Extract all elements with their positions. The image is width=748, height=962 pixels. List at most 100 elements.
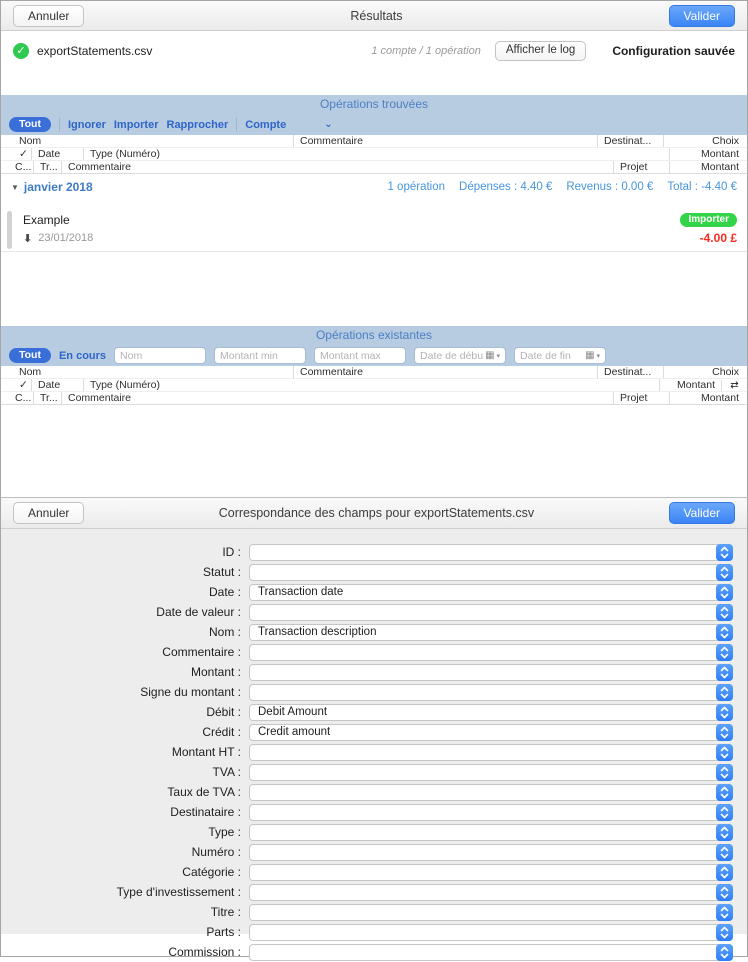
col-c[interactable]: C... (1, 392, 33, 404)
col-check[interactable]: ✓ (1, 148, 31, 160)
filter-match[interactable]: Rapprocher (167, 119, 229, 131)
popup-stepper-icon[interactable] (716, 704, 733, 721)
popup-stepper-icon[interactable] (716, 564, 733, 581)
amount-max-field[interactable] (314, 347, 406, 364)
popup-stepper-icon[interactable] (716, 724, 733, 741)
field-select[interactable] (249, 904, 733, 921)
calendar-icon[interactable]: ▦ (485, 351, 494, 361)
field-select[interactable] (249, 944, 733, 961)
field-select[interactable] (249, 884, 733, 901)
show-log-button[interactable]: Afficher le log (495, 41, 586, 61)
col-destinataire[interactable]: Destinat... (597, 135, 663, 147)
popup-stepper-icon[interactable] (716, 544, 733, 561)
popup-stepper-icon[interactable] (716, 824, 733, 841)
filter-all[interactable]: Tout (9, 117, 51, 132)
chevron-down-icon[interactable]: ⌄ (324, 119, 332, 130)
field-select[interactable] (249, 844, 733, 861)
col-commentaire-2[interactable]: Commentaire (61, 392, 613, 404)
name-filter-input[interactable] (120, 350, 200, 362)
col-tr[interactable]: Tr... (33, 392, 61, 404)
date-end-field[interactable]: ▦ ▾ (514, 347, 606, 364)
col-projet[interactable]: Projet (613, 392, 669, 404)
col-type[interactable]: Type (Numéro) (83, 379, 659, 391)
validate-button[interactable]: Valider (669, 5, 735, 27)
field-select[interactable] (249, 684, 733, 701)
col-choix[interactable]: Choix (663, 135, 747, 147)
popup-stepper-icon[interactable] (716, 864, 733, 881)
scrollbar-thumb[interactable] (7, 211, 12, 249)
chevron-down-icon[interactable]: ▾ (497, 352, 501, 360)
field-select[interactable]: Transaction date (249, 584, 733, 601)
field-select[interactable]: Credit amount (249, 724, 733, 741)
field-select[interactable] (249, 604, 733, 621)
col-date[interactable]: Date (31, 379, 83, 391)
popup-stepper-icon[interactable] (716, 804, 733, 821)
field-select[interactable] (249, 784, 733, 801)
col-commentaire[interactable]: Commentaire (293, 135, 597, 147)
col-destinataire[interactable]: Destinat... (597, 366, 663, 378)
operation-row[interactable]: Example Importer ⬇ 23/01/2018 -4.00 £ (1, 208, 747, 252)
calendar-icon[interactable]: ▦ (585, 351, 594, 361)
popup-stepper-icon[interactable] (716, 904, 733, 921)
popup-stepper-icon[interactable] (716, 644, 733, 661)
date-start-field[interactable]: ▦ ▾ (414, 347, 506, 364)
col-tr[interactable]: Tr... (33, 161, 61, 173)
field-select[interactable] (249, 864, 733, 881)
filter-account[interactable]: Compte (245, 119, 286, 131)
field-select[interactable] (249, 544, 733, 561)
filter-all-existing[interactable]: Tout (9, 348, 51, 363)
name-filter-field[interactable] (114, 347, 206, 364)
popup-stepper-icon[interactable] (716, 744, 733, 761)
field-select[interactable] (249, 804, 733, 821)
popup-stepper-icon[interactable] (716, 944, 733, 961)
col-date[interactable]: Date (31, 148, 83, 160)
amount-max-input[interactable] (320, 350, 400, 362)
field-select[interactable] (249, 744, 733, 761)
col-montant-2[interactable]: Montant (669, 392, 747, 404)
field-select[interactable] (249, 764, 733, 781)
date-start-input[interactable] (420, 350, 483, 362)
popup-stepper-icon[interactable] (716, 624, 733, 641)
popup-stepper-icon[interactable] (716, 924, 733, 941)
field-select[interactable] (249, 564, 733, 581)
group-row-janvier-2018[interactable]: ▼ janvier 2018 1 opération Dépenses : 4.… (1, 176, 747, 198)
col-c[interactable]: C... (1, 161, 33, 173)
field-select[interactable] (249, 664, 733, 681)
popup-stepper-icon[interactable] (716, 764, 733, 781)
popup-stepper-icon[interactable] (716, 684, 733, 701)
col-montant[interactable]: Montant (659, 379, 721, 391)
chevron-down-icon[interactable]: ▾ (597, 352, 601, 360)
filter-ignore[interactable]: Ignorer (68, 119, 106, 131)
col-montant[interactable]: Montant (669, 148, 747, 160)
field-select[interactable]: Debit Amount (249, 704, 733, 721)
date-end-input[interactable] (520, 350, 583, 362)
popup-stepper-icon[interactable] (716, 884, 733, 901)
field-select[interactable] (249, 924, 733, 941)
field-select[interactable] (249, 644, 733, 661)
field-select[interactable] (249, 824, 733, 841)
amount-min-input[interactable] (220, 350, 300, 362)
col-commentaire[interactable]: Commentaire (293, 366, 597, 378)
col-projet[interactable]: Projet (613, 161, 669, 173)
popup-stepper-icon[interactable] (716, 664, 733, 681)
validate-button-mapping[interactable]: Valider (669, 502, 735, 524)
col-check[interactable]: ✓ (1, 379, 31, 391)
col-nom[interactable]: Nom (1, 135, 293, 147)
filter-import[interactable]: Importer (114, 119, 159, 131)
transfer-arrows-icon[interactable]: ⇄ (721, 380, 747, 391)
col-nom[interactable]: Nom (1, 366, 293, 378)
popup-stepper-icon[interactable] (716, 584, 733, 601)
popup-stepper-icon[interactable] (716, 604, 733, 621)
amount-min-field[interactable] (214, 347, 306, 364)
popup-stepper-icon[interactable] (716, 784, 733, 801)
col-type[interactable]: Type (Numéro) (83, 148, 669, 160)
import-choice-badge[interactable]: Importer (680, 213, 737, 227)
cancel-button[interactable]: Annuler (13, 5, 84, 27)
col-choix[interactable]: Choix (663, 366, 747, 378)
popup-stepper-icon[interactable] (716, 844, 733, 861)
col-montant-2[interactable]: Montant (669, 161, 747, 173)
filter-in-progress[interactable]: En cours (59, 350, 106, 362)
col-commentaire-2[interactable]: Commentaire (61, 161, 613, 173)
cancel-button-mapping[interactable]: Annuler (13, 502, 84, 524)
field-select[interactable]: Transaction description (249, 624, 733, 641)
